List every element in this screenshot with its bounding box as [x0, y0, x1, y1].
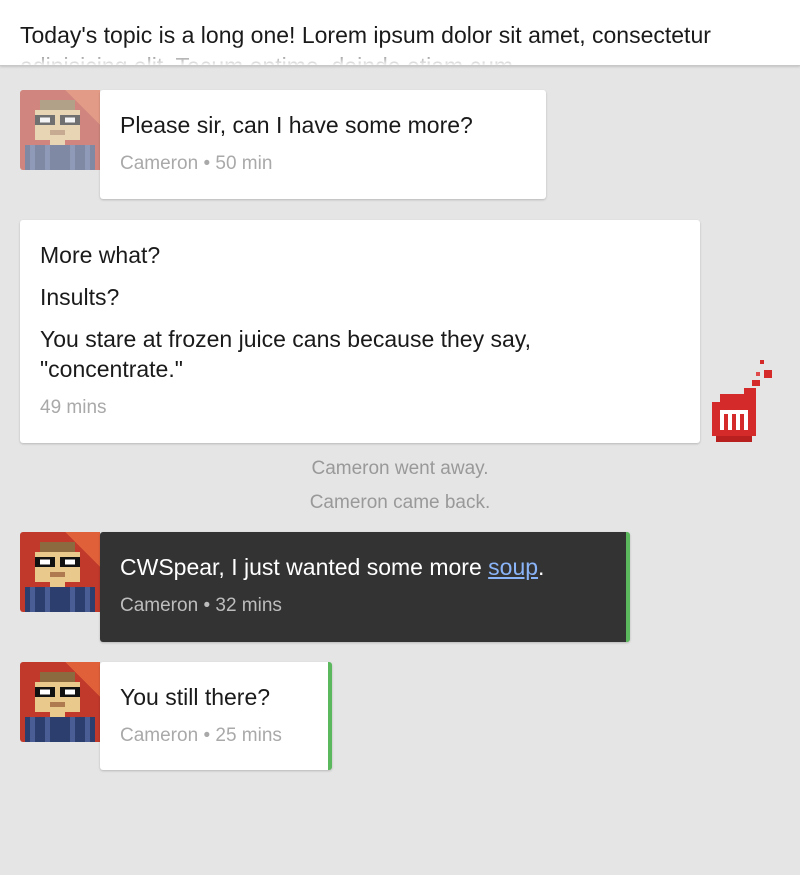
avatar-cameron[interactable] [20, 532, 100, 612]
message-line: You stare at frozen juice cans because t… [40, 326, 531, 382]
meta-separator: • [203, 725, 211, 746]
avatar-cameron[interactable] [20, 662, 100, 742]
highlighted-message-bubble: CWSpear, I just wanted some more soup. C… [100, 532, 630, 642]
message-link[interactable]: soup [488, 554, 538, 580]
message-time: 32 mins [215, 595, 282, 616]
message-text-before: CWSpear, I just wanted some more [120, 554, 489, 580]
message-text: CWSpear, I just wanted some more soup. [120, 552, 606, 582]
meta-separator: • [203, 153, 211, 174]
message-time: 25 mins [215, 725, 282, 746]
message-text: You still there? [120, 684, 271, 710]
status-came-back: Cameron came back. [309, 492, 491, 513]
message-author: Cameron [120, 153, 199, 174]
message-meta: Cameron • 25 mins [120, 724, 308, 748]
message-author: Cameron [120, 725, 199, 746]
message-meta: Cameron • 32 mins [120, 594, 606, 618]
message-time: 49 mins [40, 397, 107, 418]
avatar-cameron[interactable] [20, 90, 100, 170]
meta-separator: • [203, 595, 211, 616]
self-message-bubble: More what? Insults? You stare at frozen … [20, 220, 700, 443]
message-time: 50 min [215, 153, 273, 174]
topic-bar: Today's topic is a long one! Lorem ipsum… [0, 0, 800, 66]
message-line: Insults? [40, 284, 120, 310]
message-bubble: Please sir, can I have some more? Camero… [100, 90, 546, 199]
message-text-after: . [538, 554, 545, 580]
message-bubble: You still there? Cameron • 25 mins [100, 662, 332, 770]
message-author: Cameron [120, 595, 199, 616]
message-line: More what? [40, 242, 161, 268]
message-text: Please sir, can I have some more? [120, 112, 473, 138]
topic-fade [0, 47, 800, 65]
status-went-away: Cameron went away. [311, 458, 489, 479]
message-meta: Cameron • 50 min [120, 152, 526, 176]
flame-m-logo-icon[interactable] [702, 360, 778, 446]
